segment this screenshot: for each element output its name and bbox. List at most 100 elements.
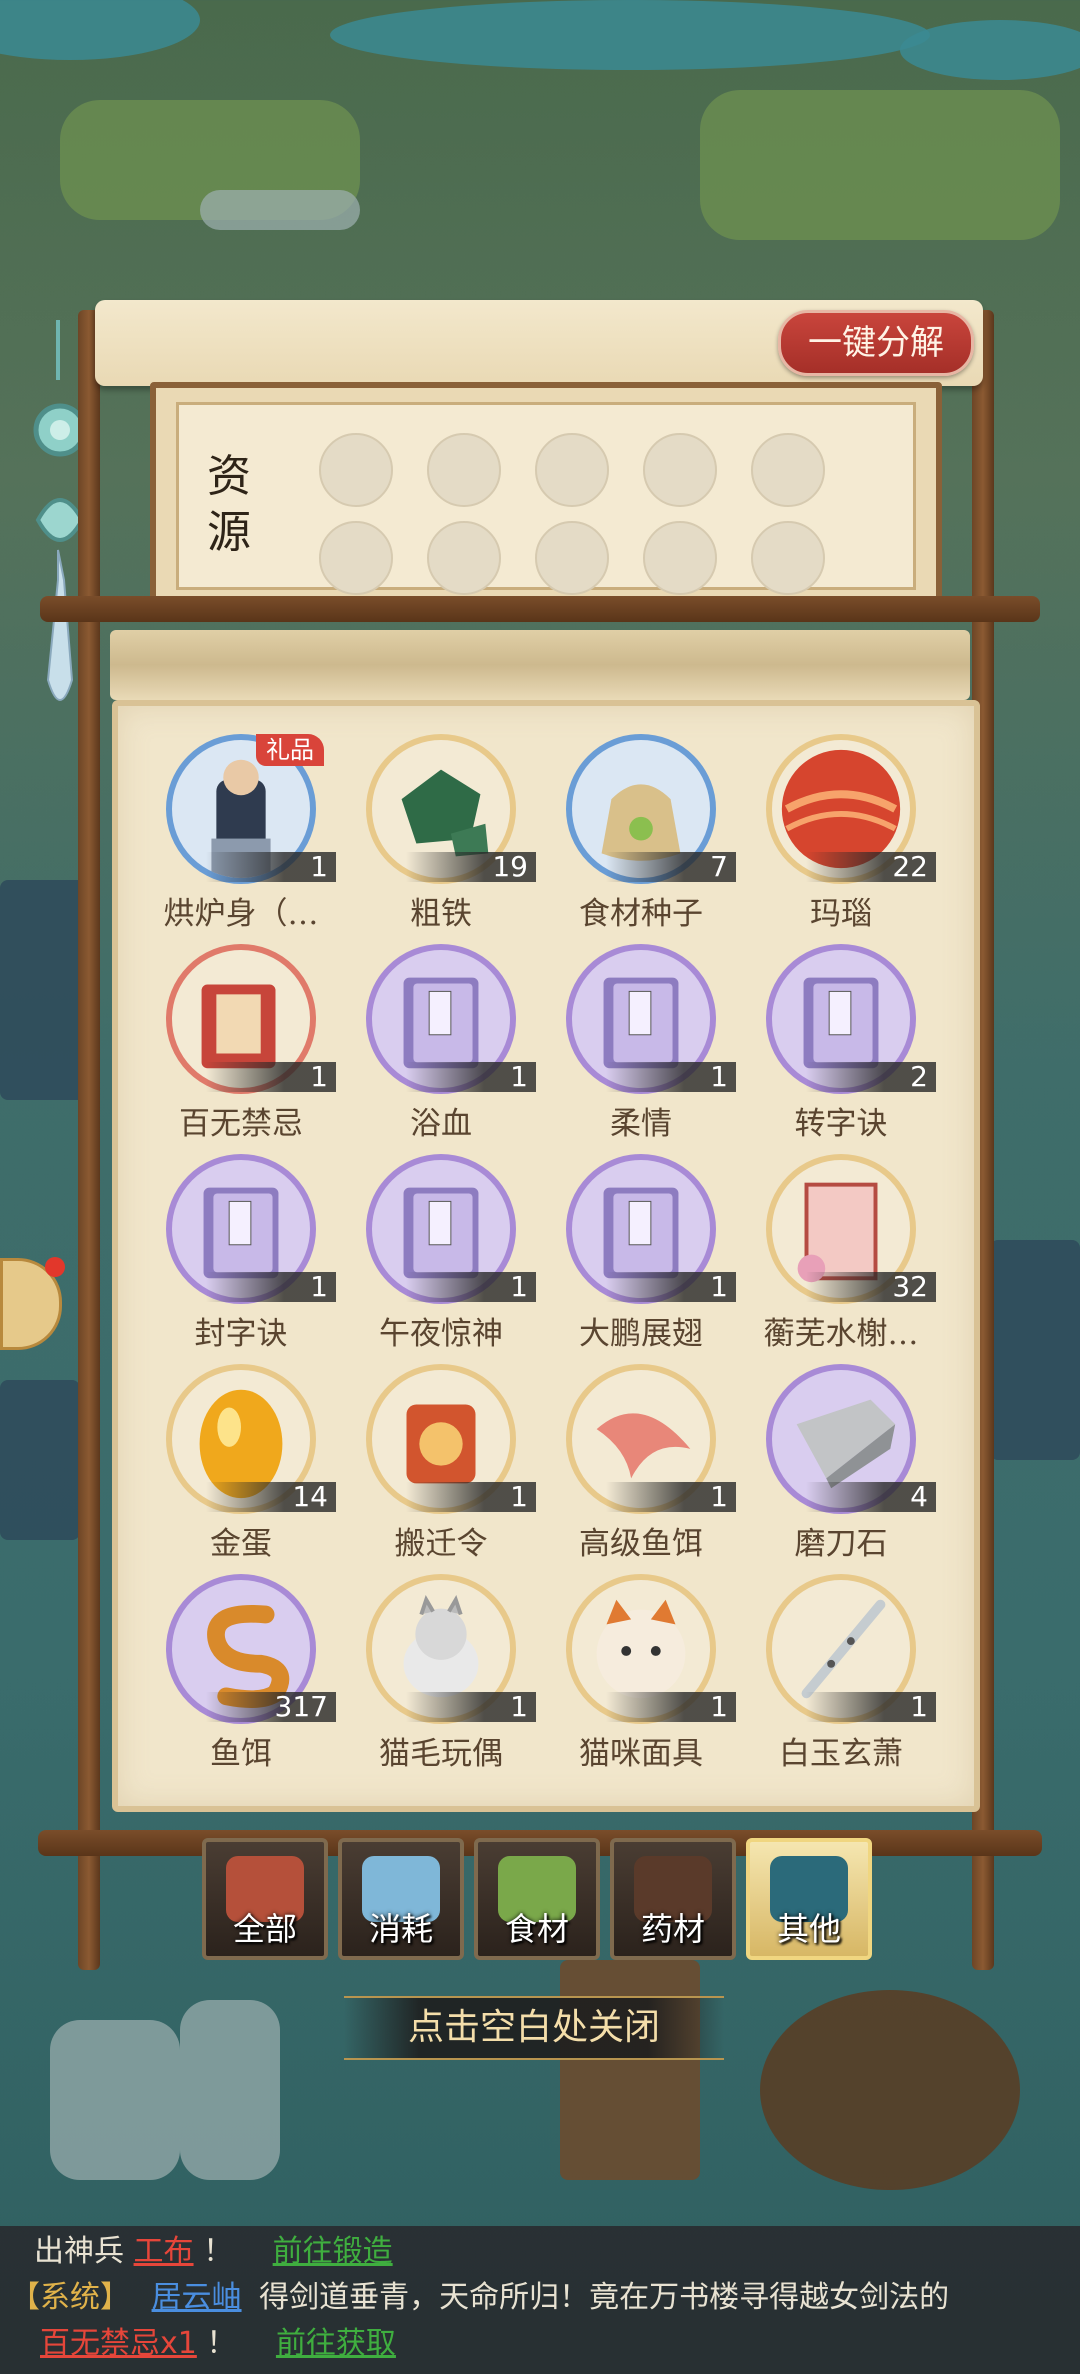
item-name: 封字诀 xyxy=(194,1316,288,1352)
resource-slot[interactable] xyxy=(319,521,393,595)
tab-herbs[interactable]: 药材 xyxy=(610,1838,736,1960)
resource-panel: 资源 xyxy=(176,402,916,595)
inventory-item[interactable]: 2 转字诀 xyxy=(746,944,936,1144)
chat-line-3: 百无禁忌x1 ！ 前往获取 xyxy=(40,2322,396,2366)
item-count: 22 xyxy=(806,852,936,882)
item-count: 32 xyxy=(806,1272,936,1302)
resource-slot[interactable] xyxy=(535,433,609,507)
item-count: 1 xyxy=(606,1062,736,1092)
inventory-item[interactable]: 22 玛瑙 xyxy=(746,734,936,934)
item-name: 烘炉身（… xyxy=(163,896,319,932)
item-name: 百无禁忌 xyxy=(179,1106,303,1142)
inventory-item[interactable]: 1 礼品烘炉身（… xyxy=(146,734,336,934)
inventory-item[interactable]: 1 猫咪面具 xyxy=(546,1574,736,1774)
inventory-item[interactable]: 14 金蛋 xyxy=(146,1364,336,1564)
item-count: 1 xyxy=(406,1062,536,1092)
inventory-panel: 1 礼品 烘炉身（… 19 粗铁 7 食材种子 22 玛瑙 1 百无禁忌 1 浴血 1 柔情 2 转字诀 1 封字诀… xyxy=(112,700,980,1812)
scroll-rod-top xyxy=(40,596,1040,622)
inventory-item[interactable]: 317 鱼饵 xyxy=(146,1574,336,1774)
item-name: 午夜惊神 xyxy=(379,1316,503,1352)
decompose-all-button[interactable]: 一键分解 xyxy=(778,310,974,376)
inventory-item[interactable]: 1 浴血 xyxy=(346,944,536,1144)
tab-label: 其他 xyxy=(776,1910,841,1948)
item-count: 1 xyxy=(606,1272,736,1302)
resource-slot[interactable] xyxy=(751,521,825,595)
tab-ingredients[interactable]: 食材 xyxy=(474,1838,600,1960)
tab-all[interactable]: 全部 xyxy=(202,1838,328,1960)
inventory-item[interactable]: 32 蘅芜水榭… xyxy=(746,1154,936,1354)
frame-pole-left xyxy=(78,310,100,1970)
resource-slot[interactable] xyxy=(319,433,393,507)
item-name: 食材种子 xyxy=(579,896,703,932)
item-name: 柔情 xyxy=(610,1106,672,1142)
item-name: 白玉玄萧 xyxy=(779,1736,903,1772)
goto-obtain-link[interactable]: 前往获取 xyxy=(276,2326,396,2361)
item-name: 搬迁令 xyxy=(394,1526,488,1562)
inventory-item[interactable]: 1 高级鱼饵 xyxy=(546,1364,736,1564)
chat-line-2: 【系统】 居云岫 得剑道垂青，天命所归！竟在万书楼寻得越女剑法的 xyxy=(10,2276,949,2320)
resource-board: 资源 xyxy=(150,382,942,610)
item-name: 猫咪面具 xyxy=(579,1736,703,1772)
item-count: 14 xyxy=(206,1482,336,1512)
item-name: 粗铁 xyxy=(410,896,472,932)
chat-item-link[interactable]: 百无禁忌x1 xyxy=(40,2326,197,2361)
chat-text: 得剑道垂青，天命所归！竟在万书楼寻得越女剑法的 xyxy=(259,2280,950,2315)
chat-bubble-button[interactable] xyxy=(0,1257,65,1350)
item-count: 7 xyxy=(606,852,736,882)
system-tag: 【系统】 xyxy=(10,2280,130,2315)
item-count: 1 xyxy=(806,1692,936,1722)
item-count: 1 xyxy=(406,1272,536,1302)
item-name: 浴血 xyxy=(410,1106,472,1142)
inventory-item[interactable]: 1 猫毛玩偶 xyxy=(346,1574,536,1774)
item-name: 玛瑙 xyxy=(810,896,872,932)
resource-slot[interactable] xyxy=(751,433,825,507)
item-count: 19 xyxy=(406,852,536,882)
item-count: 1 xyxy=(606,1482,736,1512)
resource-label: 资源 xyxy=(207,451,251,558)
notification-dot xyxy=(45,1257,65,1277)
inventory-item[interactable]: 7 食材种子 xyxy=(546,734,736,934)
item-name: 转字诀 xyxy=(794,1106,888,1142)
tab-label: 食材 xyxy=(504,1910,569,1948)
gift-tag: 礼品 xyxy=(256,734,324,766)
inventory-item[interactable]: 1 搬迁令 xyxy=(346,1364,536,1564)
scroll-roll xyxy=(110,630,970,700)
item-count: 1 xyxy=(206,1272,336,1302)
item-count: 1 xyxy=(406,1482,536,1512)
inventory-item[interactable]: 1 午夜惊神 xyxy=(346,1154,536,1354)
resource-slot[interactable] xyxy=(427,433,501,507)
item-count: 2 xyxy=(806,1062,936,1092)
tab-label: 消耗 xyxy=(368,1910,433,1948)
tab-others[interactable]: 其他 xyxy=(746,1838,872,1960)
inventory-item[interactable]: 1 大鹏展翅 xyxy=(546,1154,736,1354)
resource-slot[interactable] xyxy=(535,521,609,595)
goto-forge-link[interactable]: 前往锻造 xyxy=(273,2234,393,2269)
chat-line-1: 出神兵 工布 ！ 前往锻造 xyxy=(34,2230,393,2274)
item-name: 猫毛玩偶 xyxy=(379,1736,503,1772)
resource-slot[interactable] xyxy=(427,521,501,595)
item-count: 1 xyxy=(206,852,336,882)
item-count: 4 xyxy=(806,1482,936,1512)
resource-slot[interactable] xyxy=(643,433,717,507)
inventory-item[interactable]: 1 百无禁忌 xyxy=(146,944,336,1144)
item-name: 大鹏展翅 xyxy=(579,1316,703,1352)
inventory-item[interactable]: 1 白玉玄萧 xyxy=(746,1574,936,1774)
chat-item-link[interactable]: 工布 xyxy=(134,2234,194,2269)
inventory-item[interactable]: 4 磨刀石 xyxy=(746,1364,936,1564)
chat-text: ！ xyxy=(203,2234,234,2269)
tab-consumables[interactable]: 消耗 xyxy=(338,1838,464,1960)
chat-text: ！ xyxy=(206,2326,237,2361)
close-hint[interactable]: 点击空白处关闭 xyxy=(344,1996,724,2060)
chat-text: 出神兵 xyxy=(34,2234,124,2269)
item-name: 金蛋 xyxy=(210,1526,272,1562)
inventory-item[interactable]: 1 柔情 xyxy=(546,944,736,1144)
resource-slot[interactable] xyxy=(643,521,717,595)
inventory-item[interactable]: 19 粗铁 xyxy=(346,734,536,934)
tab-label: 药材 xyxy=(640,1910,705,1948)
item-name: 鱼饵 xyxy=(210,1736,272,1772)
item-count: 317 xyxy=(206,1692,336,1722)
item-name: 蘅芜水榭… xyxy=(763,1316,919,1352)
item-count: 1 xyxy=(406,1692,536,1722)
player-name-link[interactable]: 居云岫 xyxy=(152,2280,242,2315)
inventory-item[interactable]: 1 封字诀 xyxy=(146,1154,336,1354)
